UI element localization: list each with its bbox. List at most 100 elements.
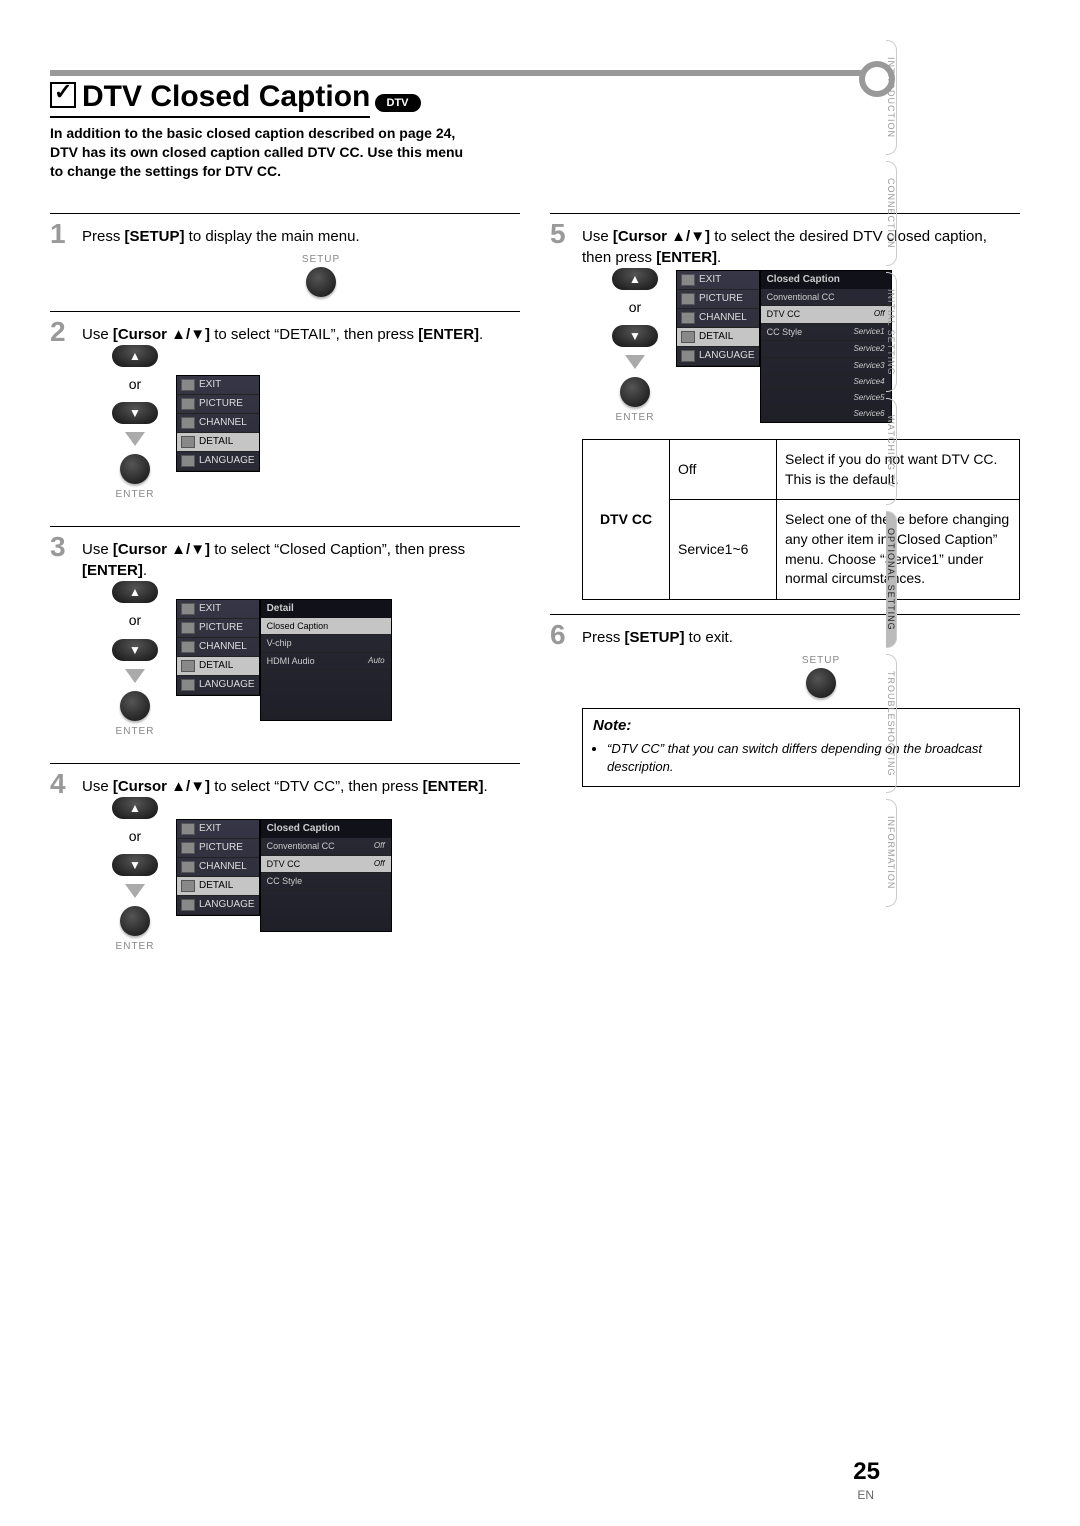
dtv-cc-table: DTV CC Off Select if you do not want DTV… [582, 439, 1020, 600]
panel-header: Detail [261, 600, 391, 618]
cursor-down-icon: ▼ [612, 325, 658, 347]
picture-icon [181, 622, 195, 634]
panel-header: Closed Caption [761, 271, 891, 289]
osd-mini-menu: EXIT PICTURE CHANNEL DETAIL LANGUAGE [176, 819, 260, 916]
cursor-up-icon: ▲ [112, 581, 158, 603]
osd-cc-panel: Closed Caption Conventional CCOff DTV CC… [260, 819, 392, 932]
arrow-down-icon [625, 355, 645, 369]
osd-mini-menu: EXIT PICTURE CHANNEL DETAIL LANGUAGE [676, 270, 760, 367]
detail-icon [181, 660, 195, 672]
cursor-up-icon: ▲ [112, 345, 158, 367]
table-cell: Service1~6 [670, 500, 777, 599]
step-3: 3 Use [Cursor ▲/▼] to select “Closed Cap… [50, 533, 520, 749]
step-number: 2 [50, 318, 72, 513]
language-icon [181, 455, 195, 467]
language-icon [181, 679, 195, 691]
tab-watching-tv: WATCHING TV [886, 398, 897, 505]
step-1: 1 Press [SETUP] to display the main menu… [50, 220, 520, 297]
tab-information: INFORMATION [886, 799, 897, 906]
tab-troubleshooting: TROUBLESHOOTING [886, 654, 897, 794]
step-5: 5 Use [Cursor ▲/▼] to select the desired… [550, 220, 1020, 600]
picture-icon [181, 842, 195, 854]
or-label: or [129, 611, 141, 631]
panel-header: Closed Caption [261, 820, 391, 838]
table-cell: Off [670, 440, 777, 500]
cursor-buttons: ▲ or ▼ ENTER [112, 581, 158, 739]
step-2: 2 Use [Cursor ▲/▼] to select “DETAIL”, t… [50, 318, 520, 513]
enter-button-icon [620, 377, 650, 407]
step-number: 3 [50, 533, 72, 749]
step-number: 5 [550, 220, 572, 600]
osd-detail-panel: Detail Closed Caption V-chip HDMI AudioA… [260, 599, 392, 722]
step-number: 1 [50, 220, 72, 297]
step-1-text: Press [SETUP] to display the main menu. [82, 228, 360, 245]
enter-button-icon [120, 454, 150, 484]
channel-icon [681, 312, 695, 324]
note-item: “DTV CC” that you can switch differs dep… [607, 740, 1009, 776]
exit-icon [181, 823, 195, 835]
step-6: 6 Press [SETUP] to exit. SETUP Note: “DT… [550, 621, 1020, 787]
enter-label: ENTER [116, 488, 155, 502]
check-icon [50, 82, 76, 108]
enter-label: ENTER [616, 411, 655, 425]
channel-icon [181, 641, 195, 653]
enter-label: ENTER [116, 940, 155, 954]
cursor-buttons: ▲ or ▼ ENTER [112, 797, 158, 955]
table-rowheader: DTV CC [583, 440, 670, 600]
tab-initial-setting: INITIAL SETTING [886, 272, 897, 393]
or-label: or [129, 375, 141, 395]
step-2-text: Use [Cursor ▲/▼] to select “DETAIL”, the… [82, 326, 483, 343]
picture-icon [181, 398, 195, 410]
exit-icon [181, 603, 195, 615]
setup-button-icon [306, 267, 336, 297]
side-tabs: INTRODUCTION CONNECTION INITIAL SETTING … [886, 40, 900, 913]
enter-label: ENTER [116, 725, 155, 739]
step-5-text: Use [Cursor ▲/▼] to select the desired D… [582, 228, 987, 266]
step-4-text: Use [Cursor ▲/▼] to select “DTV CC”, the… [82, 778, 488, 795]
detail-icon [181, 436, 195, 448]
intro-text: In addition to the basic closed caption … [50, 124, 470, 181]
page-title: DTV Closed Caption [50, 80, 370, 118]
tab-introduction: INTRODUCTION [886, 40, 897, 155]
detail-icon [681, 331, 695, 343]
cursor-up-icon: ▲ [612, 268, 658, 290]
or-label: or [629, 298, 641, 318]
cursor-buttons: ▲ or ▼ ENTER [612, 268, 658, 426]
setup-button-icon [806, 668, 836, 698]
enter-button-icon [120, 691, 150, 721]
step-6-text: Press [SETUP] to exit. [582, 629, 733, 646]
step-number: 4 [50, 770, 72, 965]
enter-button-icon [120, 906, 150, 936]
cursor-down-icon: ▼ [112, 854, 158, 876]
left-column: 1 Press [SETUP] to display the main menu… [50, 199, 520, 975]
cursor-down-icon: ▼ [112, 402, 158, 424]
or-label: or [129, 827, 141, 847]
setup-label: SETUP [622, 654, 1020, 668]
tab-optional-setting: OPTIONAL SETTING [886, 511, 897, 648]
step-4: 4 Use [Cursor ▲/▼] to select “DTV CC”, t… [50, 770, 520, 965]
tab-connection: CONNECTION [886, 161, 897, 266]
picture-icon [681, 293, 695, 305]
arrow-down-icon [125, 432, 145, 446]
cursor-up-icon: ▲ [112, 797, 158, 819]
osd-mini-menu: EXIT PICTURE CHANNEL DETAIL LANGUAGE [176, 375, 260, 472]
language-icon [681, 350, 695, 362]
note-heading: Note: [593, 715, 1009, 736]
arrow-down-icon [125, 884, 145, 898]
step-3-text: Use [Cursor ▲/▼] to select “Closed Capti… [82, 541, 465, 579]
cursor-down-icon: ▼ [112, 639, 158, 661]
channel-icon [181, 861, 195, 873]
setup-label: SETUP [122, 253, 520, 267]
osd-mini-menu: EXIT PICTURE CHANNEL DETAIL LANGUAGE [176, 599, 260, 696]
note-box: Note: “DTV CC” that you can switch diffe… [582, 708, 1020, 787]
step-number: 6 [550, 621, 572, 787]
exit-icon [181, 379, 195, 391]
arrow-down-icon [125, 669, 145, 683]
language-icon [181, 899, 195, 911]
cursor-buttons: ▲ or ▼ ENTER [112, 345, 158, 503]
page-lang: EN [857, 1488, 874, 1502]
top-rule [50, 70, 880, 76]
detail-icon [181, 880, 195, 892]
dtv-badge: DTV [375, 94, 421, 112]
page-number: 25 [853, 1458, 880, 1486]
